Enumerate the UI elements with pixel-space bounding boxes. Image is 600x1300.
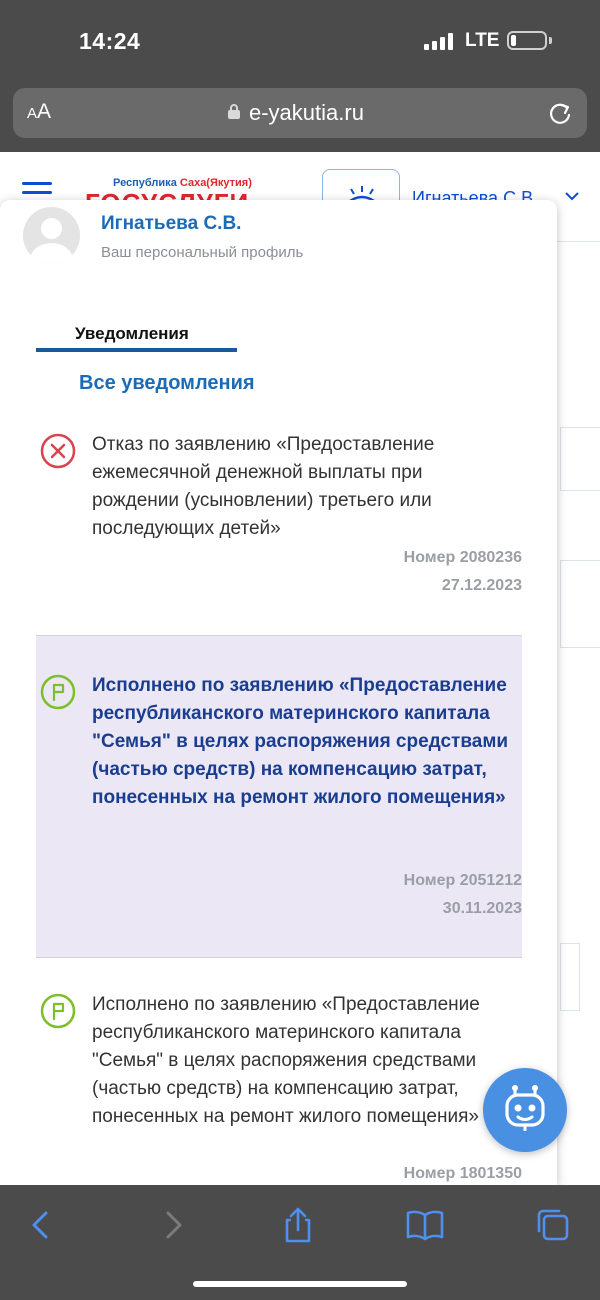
tabs-icon[interactable] bbox=[533, 1205, 573, 1245]
background-card bbox=[560, 943, 580, 1011]
profile-subtitle: Ваш персональный профиль bbox=[101, 244, 304, 261]
notification-number: Номер 1801350 bbox=[403, 1165, 522, 1182]
lock-icon bbox=[228, 104, 240, 119]
robot-icon bbox=[505, 1085, 545, 1131]
chat-bot-button[interactable] bbox=[483, 1068, 567, 1152]
tab-active-underline bbox=[36, 348, 237, 352]
notification-text: Исполнено по заявлению «Предоставление р… bbox=[92, 994, 480, 1127]
address-bar[interactable]: AA e-yakutia.ru bbox=[13, 88, 587, 138]
region-label: Республика Саха(Якутия) bbox=[113, 177, 252, 189]
notification-date: 27.12.2023 bbox=[441, 577, 522, 594]
notification-item[interactable]: Отказ по заявлению «Предоставление ежеме… bbox=[36, 425, 522, 605]
notification-text: Исполнено по заявлению «Предоставление р… bbox=[92, 675, 509, 808]
flag-icon bbox=[40, 993, 76, 1029]
notification-number: Номер 2051212 bbox=[403, 872, 522, 889]
profile-dropdown-panel: Игнатьева С.В. Ваш персональный профиль … bbox=[0, 200, 557, 1185]
chevron-down-icon[interactable] bbox=[565, 192, 579, 201]
notification-number: Номер 2080236 bbox=[403, 549, 522, 566]
reject-x-icon bbox=[40, 433, 76, 469]
notification-item[interactable]: Исполнено по заявлению «Предоставление р… bbox=[36, 985, 522, 1185]
bookmarks-icon[interactable] bbox=[405, 1205, 445, 1245]
text-size-button[interactable]: AA bbox=[27, 100, 51, 124]
share-icon[interactable] bbox=[278, 1205, 318, 1245]
notification-text: Отказ по заявлению «Предоставление ежеме… bbox=[92, 434, 435, 539]
network-label: LTE bbox=[465, 30, 500, 51]
profile-name[interactable]: Игнатьева С.В. bbox=[101, 213, 241, 235]
notification-item[interactable]: Исполнено по заявлению «Предоставление р… bbox=[36, 635, 522, 958]
background-card bbox=[560, 427, 600, 491]
forward-icon[interactable] bbox=[152, 1205, 192, 1245]
home-indicator[interactable] bbox=[193, 1281, 407, 1287]
top-chrome: 14:24 LTE AA e-yakutia.ru bbox=[0, 0, 600, 152]
back-icon[interactable] bbox=[22, 1205, 62, 1245]
reload-icon[interactable] bbox=[547, 100, 573, 126]
flag-icon bbox=[40, 674, 76, 710]
url-text[interactable]: e-yakutia.ru bbox=[249, 100, 364, 126]
background-card bbox=[560, 560, 600, 648]
status-time: 14:24 bbox=[79, 28, 141, 54]
notification-date: 30.11.2023 bbox=[442, 900, 522, 917]
tab-notifications[interactable]: Уведомления bbox=[75, 324, 189, 344]
battery-icon bbox=[507, 31, 547, 50]
signal-icon bbox=[424, 33, 454, 50]
all-notifications-link[interactable]: Все уведомления bbox=[79, 372, 255, 395]
battery-tip bbox=[549, 37, 552, 44]
avatar[interactable] bbox=[23, 207, 80, 264]
